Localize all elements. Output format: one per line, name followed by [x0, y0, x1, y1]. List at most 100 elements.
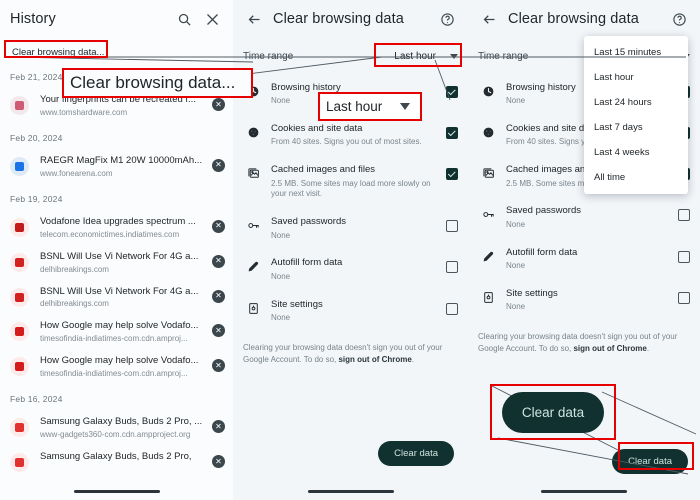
history-item-url: www.fonearena.com [40, 168, 113, 178]
history-item-url: timesofindia-indiatimes-com.cdn.amproj..… [40, 369, 188, 379]
history-list[interactable]: Clear browsing data... Feb 21, 2024 Your … [0, 38, 233, 500]
clear-option-row[interactable]: Cached images and files 2.5 MB. Some site… [233, 156, 468, 208]
clear-option-checkbox[interactable] [446, 261, 458, 274]
remove-history-item-icon[interactable]: ✕ [212, 289, 225, 303]
history-list-item[interactable]: How Google may help solve Vodafo... times… [0, 315, 233, 350]
history-date-header: Feb 16, 2024 [10, 394, 63, 405]
nav-pill-cbd [307, 489, 394, 493]
dd-clear-data-button[interactable]: Clear data [612, 449, 688, 474]
favicon-mark [15, 257, 24, 267]
clear-browsing-data-entry-row[interactable]: Clear browsing data... [0, 38, 233, 63]
history-item-title: BSNL Will Use Vi Network For 4G a... [40, 250, 199, 262]
clear-option-row[interactable]: Cookies and site data From 40 sites. Sign… [233, 115, 468, 156]
clear-option-checkbox[interactable] [678, 291, 690, 304]
cbd-footnote: Clearing your browsing data doesn't sign… [233, 332, 468, 367]
time-range-dropdown-menu[interactable]: Last 15 minutes Last hour Last 24 hours Las… [584, 36, 688, 194]
history-list-item[interactable]: RAEGR MagFix M1 20W 10000mAh... www.fonea… [0, 150, 233, 185]
clear-option-text: Saved passwords None [263, 216, 446, 241]
back-arrow-icon[interactable] [243, 8, 265, 30]
image-icon [478, 164, 498, 180]
dropdown-item[interactable]: Last 4 weeks [584, 140, 688, 165]
history-item-title: RAEGR MagFix M1 20W 10000mAh... [40, 154, 203, 166]
time-range-value: Last hour [394, 50, 436, 62]
clear-option-title: Autofill form data [271, 257, 343, 269]
clear-option-checkbox[interactable] [678, 209, 690, 222]
clear-option-checkbox[interactable] [446, 302, 458, 315]
remove-history-item-icon[interactable]: ✕ [212, 158, 225, 172]
history-item-meta: How Google may help solve Vodafo... times… [29, 320, 212, 343]
clear-option-checkbox[interactable] [446, 86, 458, 98]
history-list-item[interactable]: Vodafone Idea upgrades spectrum ... telec… [0, 211, 233, 246]
clear-option-row[interactable]: Saved passwords None [233, 208, 468, 249]
clear-option-subtitle: None [271, 230, 291, 240]
favicon [10, 252, 29, 272]
clear-data-button[interactable]: Clear data [378, 441, 454, 466]
history-list-item[interactable]: BSNL Will Use Vi Network For 4G a... delh… [0, 281, 233, 316]
clear-option-subtitle: None [506, 260, 526, 270]
clear-option-title: Saved passwords [271, 216, 346, 228]
dd-sign-out-link[interactable]: sign out of Chrome [573, 344, 646, 353]
callout-clear-browsing-data-label: Clear browsing data... [70, 73, 236, 92]
clear-option-row[interactable]: Site settings None [468, 280, 700, 321]
favicon [10, 453, 29, 472]
remove-history-item-icon[interactable]: ✕ [212, 219, 225, 233]
search-icon[interactable] [173, 8, 195, 30]
callout-last-hour-label: Last hour [326, 99, 383, 114]
time-range-select[interactable]: Last hour [394, 51, 458, 62]
clear-option-checkbox[interactable] [446, 168, 458, 181]
help-circle-icon[interactable] [668, 8, 690, 30]
help-circle-icon[interactable] [436, 8, 458, 30]
clear-option-text: Saved passwords None [498, 205, 678, 230]
history-list-item[interactable]: How Google may help solve Vodafo... times… [0, 350, 233, 385]
clear-option-checkbox[interactable] [678, 250, 690, 263]
history-item-meta: BSNL Will Use Vi Network For 4G a... delh… [29, 286, 212, 309]
clear-option-subtitle: From 40 sites. Signs you out of most sit… [271, 137, 422, 147]
history-item-meta: Samsung Galaxy Buds, Buds 2 Pro, ... www-… [29, 416, 212, 439]
remove-history-item-icon[interactable]: ✕ [212, 324, 225, 338]
history-item-meta: BSNL Will Use Vi Network For 4G a... delh… [29, 251, 212, 274]
clear-option-row[interactable]: Saved passwords None [468, 197, 700, 238]
callout-clear-data-button[interactable]: Clear data [502, 392, 604, 433]
back-arrow-icon[interactable] [478, 8, 500, 30]
favicon-mark [15, 327, 24, 337]
history-list-item[interactable]: Samsung Galaxy Buds, Buds 2 Pro, ✕ [0, 446, 233, 479]
favicon [10, 96, 29, 115]
clear-option-title: Cached images and files [271, 164, 376, 176]
dropdown-item[interactable]: All time [584, 165, 688, 190]
sign-out-link[interactable]: sign out of Chrome [338, 355, 411, 364]
key-icon [478, 205, 498, 221]
close-icon[interactable] [201, 8, 223, 30]
dropdown-item[interactable]: Last 15 minutes [584, 40, 688, 65]
clear-option-text: Site settings None [263, 299, 446, 324]
remove-history-item-icon[interactable]: ✕ [212, 420, 225, 434]
clear-option-title: Saved passwords [506, 205, 581, 217]
favicon-mark [15, 362, 24, 372]
remove-history-item-icon[interactable]: ✕ [212, 98, 225, 111]
remove-history-item-icon[interactable]: ✕ [212, 359, 225, 373]
dropdown-items: Last 15 minutes Last hour Last 24 hours Las… [584, 40, 688, 190]
favicon [10, 418, 29, 438]
clear-browsing-data-entry[interactable]: Clear browsing data... [8, 44, 108, 61]
history-list-item[interactable]: Samsung Galaxy Buds, Buds 2 Pro, ... www-… [0, 411, 233, 446]
clear-option-row[interactable]: Site settings None [233, 291, 468, 332]
history-item-url: delhibreakings.com [40, 264, 109, 274]
clear-option-text: Site settings None [498, 288, 678, 313]
history-list-item[interactable]: BSNL Will Use Vi Network For 4G a... delh… [0, 246, 233, 281]
nav-pill-history [73, 489, 160, 493]
favicon [10, 156, 29, 176]
clear-option-checkbox[interactable] [446, 127, 458, 140]
clear-option-checkbox[interactable] [446, 220, 458, 233]
clear-option-subtitle: 2.5 MB. Some sites may load more slowly … [271, 178, 431, 199]
clear-option-row[interactable]: Autofill form data None [233, 249, 468, 290]
history-item-title: Samsung Galaxy Buds, Buds 2 Pro, [40, 451, 192, 462]
dropdown-item[interactable]: Last 7 days [584, 115, 688, 140]
dropdown-item[interactable]: Last 24 hours [584, 90, 688, 115]
time-range-row[interactable]: Time range Last hour [233, 38, 468, 74]
clear-option-row[interactable]: Autofill form data None [468, 239, 700, 280]
favicon [10, 357, 29, 377]
remove-history-item-icon[interactable]: ✕ [212, 254, 225, 268]
remove-history-item-icon[interactable]: ✕ [212, 455, 225, 468]
clear-option-subtitle: None [271, 312, 291, 322]
dropdown-item[interactable]: Last hour [584, 65, 688, 90]
history-item-meta: Vodafone Idea upgrades spectrum ... telec… [29, 216, 212, 239]
